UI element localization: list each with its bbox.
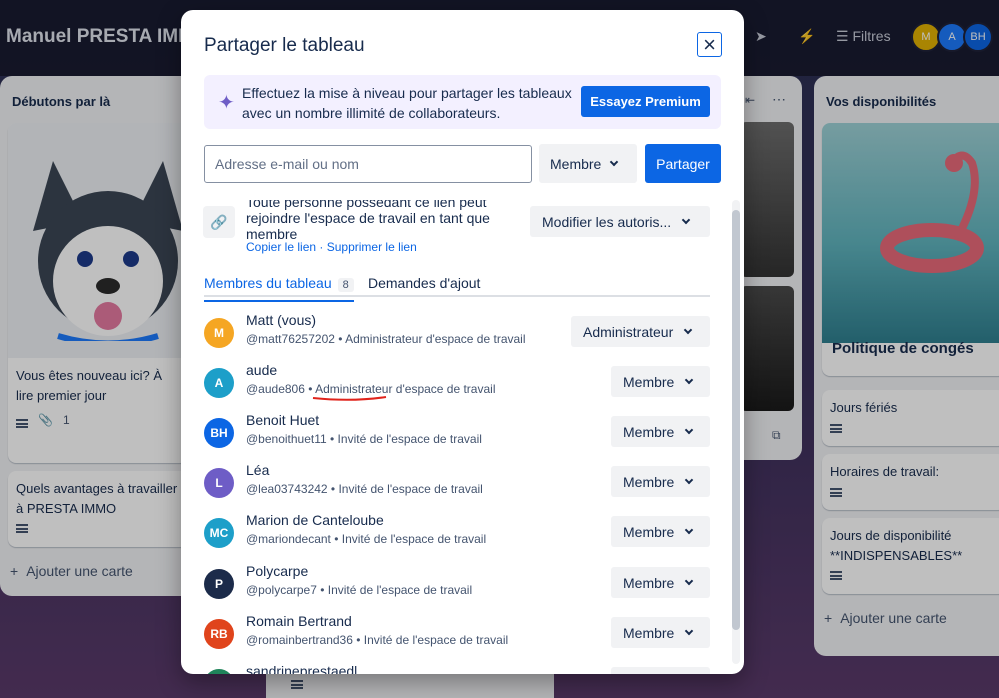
member-row: RB Romain Bertrand @romainbertrand36 • I…: [204, 613, 710, 666]
avatar[interactable]: L: [204, 468, 234, 498]
member-username: @mariondecant • Invité de l'espace de tr…: [246, 532, 487, 546]
share-board-dialog: Partager le tableau × ✦ Effectuez la mis…: [181, 10, 744, 674]
member-role-select[interactable]: Membre: [611, 466, 710, 497]
chevron-down-icon: [685, 626, 694, 635]
member-role-select[interactable]: Membre: [611, 567, 710, 598]
upgrade-banner: ✦ Effectuez la mise à niveau pour partag…: [204, 75, 721, 129]
member-username: @romainbertrand36 • Invité de l'espace d…: [246, 633, 509, 647]
link-separator: ·: [316, 240, 327, 254]
link-actions: Copier le lien · Supprimer le lien: [246, 240, 417, 254]
role-label: Membre: [623, 574, 675, 591]
role-label: Membre: [623, 624, 675, 641]
chevron-down-icon: [685, 475, 694, 484]
member-row: P Polycarpe @polycarpe7 • Invité de l'es…: [204, 563, 710, 616]
member-row: L Léa @lea03743242 • Invité de l'espace …: [204, 462, 710, 515]
member-row: MC Marion de Canteloube @mariondecant • …: [204, 512, 710, 565]
avatar[interactable]: MC: [204, 518, 234, 548]
member-name: Matt (vous): [246, 312, 317, 328]
member-username: @polycarpe7 • Invité de l'espace de trav…: [246, 583, 473, 597]
member-row: BH Benoit Huet @benoithuet11 • Invité de…: [204, 412, 710, 465]
role-label: Membre: [623, 373, 675, 390]
avatar[interactable]: P: [204, 569, 234, 599]
role-label: Administrateur: [583, 323, 674, 340]
member-row: A aude @aude806 • Administrateur d'espac…: [204, 362, 710, 415]
tab-label: Membres du tableau: [204, 275, 332, 291]
close-button[interactable]: ×: [697, 32, 722, 57]
sparkle-icon: ✦: [218, 92, 235, 114]
email-or-name-input[interactable]: [204, 145, 532, 183]
delete-link-button[interactable]: Supprimer le lien: [327, 240, 417, 254]
copy-link-button[interactable]: Copier le lien: [246, 240, 316, 254]
member-role-select[interactable]: Membre: [611, 416, 710, 447]
dialog-title: Partager le tableau: [204, 35, 365, 56]
avatar[interactable]: A: [204, 368, 234, 398]
invite-link-description: Toute personne possédant ce lien peut re…: [246, 200, 490, 242]
try-premium-button[interactable]: Essayez Premium: [581, 86, 710, 117]
tab-board-members[interactable]: Membres du tableau 8: [204, 275, 354, 302]
permissions-label: Modifier les autoris...: [542, 213, 672, 230]
role-label: Membre: [623, 423, 675, 440]
invite-role-label: Membre: [550, 155, 602, 172]
avatar[interactable]: M: [204, 318, 234, 348]
member-name: Léa: [246, 462, 270, 478]
change-permissions-button[interactable]: Modifier les autoris...: [530, 206, 710, 237]
member-row: M Matt (vous) @matt76257202 • Administra…: [204, 312, 710, 365]
members-scroll-area: 🔗 Toute personne possédant ce lien peut …: [181, 200, 744, 674]
member-role-select[interactable]: Membre: [611, 617, 710, 648]
member-role-select[interactable]: Membre: [611, 366, 710, 397]
members-tabs: Membres du tableau 8 Demandes d'ajout: [204, 265, 710, 302]
chevron-down-icon: [610, 157, 619, 166]
member-role-select[interactable]: Membre: [611, 516, 710, 547]
member-username: @lea03743242 • Invité de l'espace de tra…: [246, 482, 483, 496]
member-username: @aude806 • Administrateur d'espace de tr…: [246, 382, 496, 396]
member-name: Romain Bertrand: [246, 613, 352, 629]
avatar[interactable]: BH: [204, 418, 234, 448]
chevron-down-icon: [685, 525, 694, 534]
tab-join-requests[interactable]: Demandes d'ajout: [368, 275, 480, 291]
chevron-down-icon: [685, 576, 694, 585]
role-label: Membre: [623, 523, 675, 540]
member-name: Marion de Canteloube: [246, 512, 384, 528]
chevron-down-icon: [684, 325, 693, 334]
chevron-down-icon: [685, 425, 694, 434]
scrollbar-thumb[interactable]: [732, 210, 740, 630]
chevron-down-icon: [681, 215, 691, 224]
member-name: Polycarpe: [246, 563, 309, 579]
member-name: Benoit Huet: [246, 412, 320, 428]
link-icon: 🔗: [203, 206, 235, 238]
members-count-badge: 8: [337, 278, 354, 292]
red-underline-annotation: [312, 396, 387, 401]
share-button[interactable]: Partager: [645, 144, 721, 183]
avatar[interactable]: RB: [204, 619, 234, 649]
chevron-down-icon: [685, 375, 694, 384]
close-icon: ×: [703, 31, 716, 57]
member-name: aude: [246, 362, 278, 378]
member-name: sandrineprestaedl: [246, 663, 358, 674]
member-username: @matt76257202 • Administrateur d'espace …: [246, 332, 526, 346]
member-role-select[interactable]: Membre: [611, 667, 710, 674]
member-username: @benoithuet11 • Invité de l'espace de tr…: [246, 432, 482, 446]
member-row: S sandrineprestaedl Membre: [204, 663, 710, 674]
avatar[interactable]: S: [204, 669, 234, 674]
member-role-select[interactable]: Administrateur: [571, 316, 710, 347]
role-label: Membre: [623, 473, 675, 490]
upgrade-text: Effectuez la mise à niveau pour partager…: [242, 85, 572, 121]
invite-role-select[interactable]: Membre: [539, 144, 637, 183]
